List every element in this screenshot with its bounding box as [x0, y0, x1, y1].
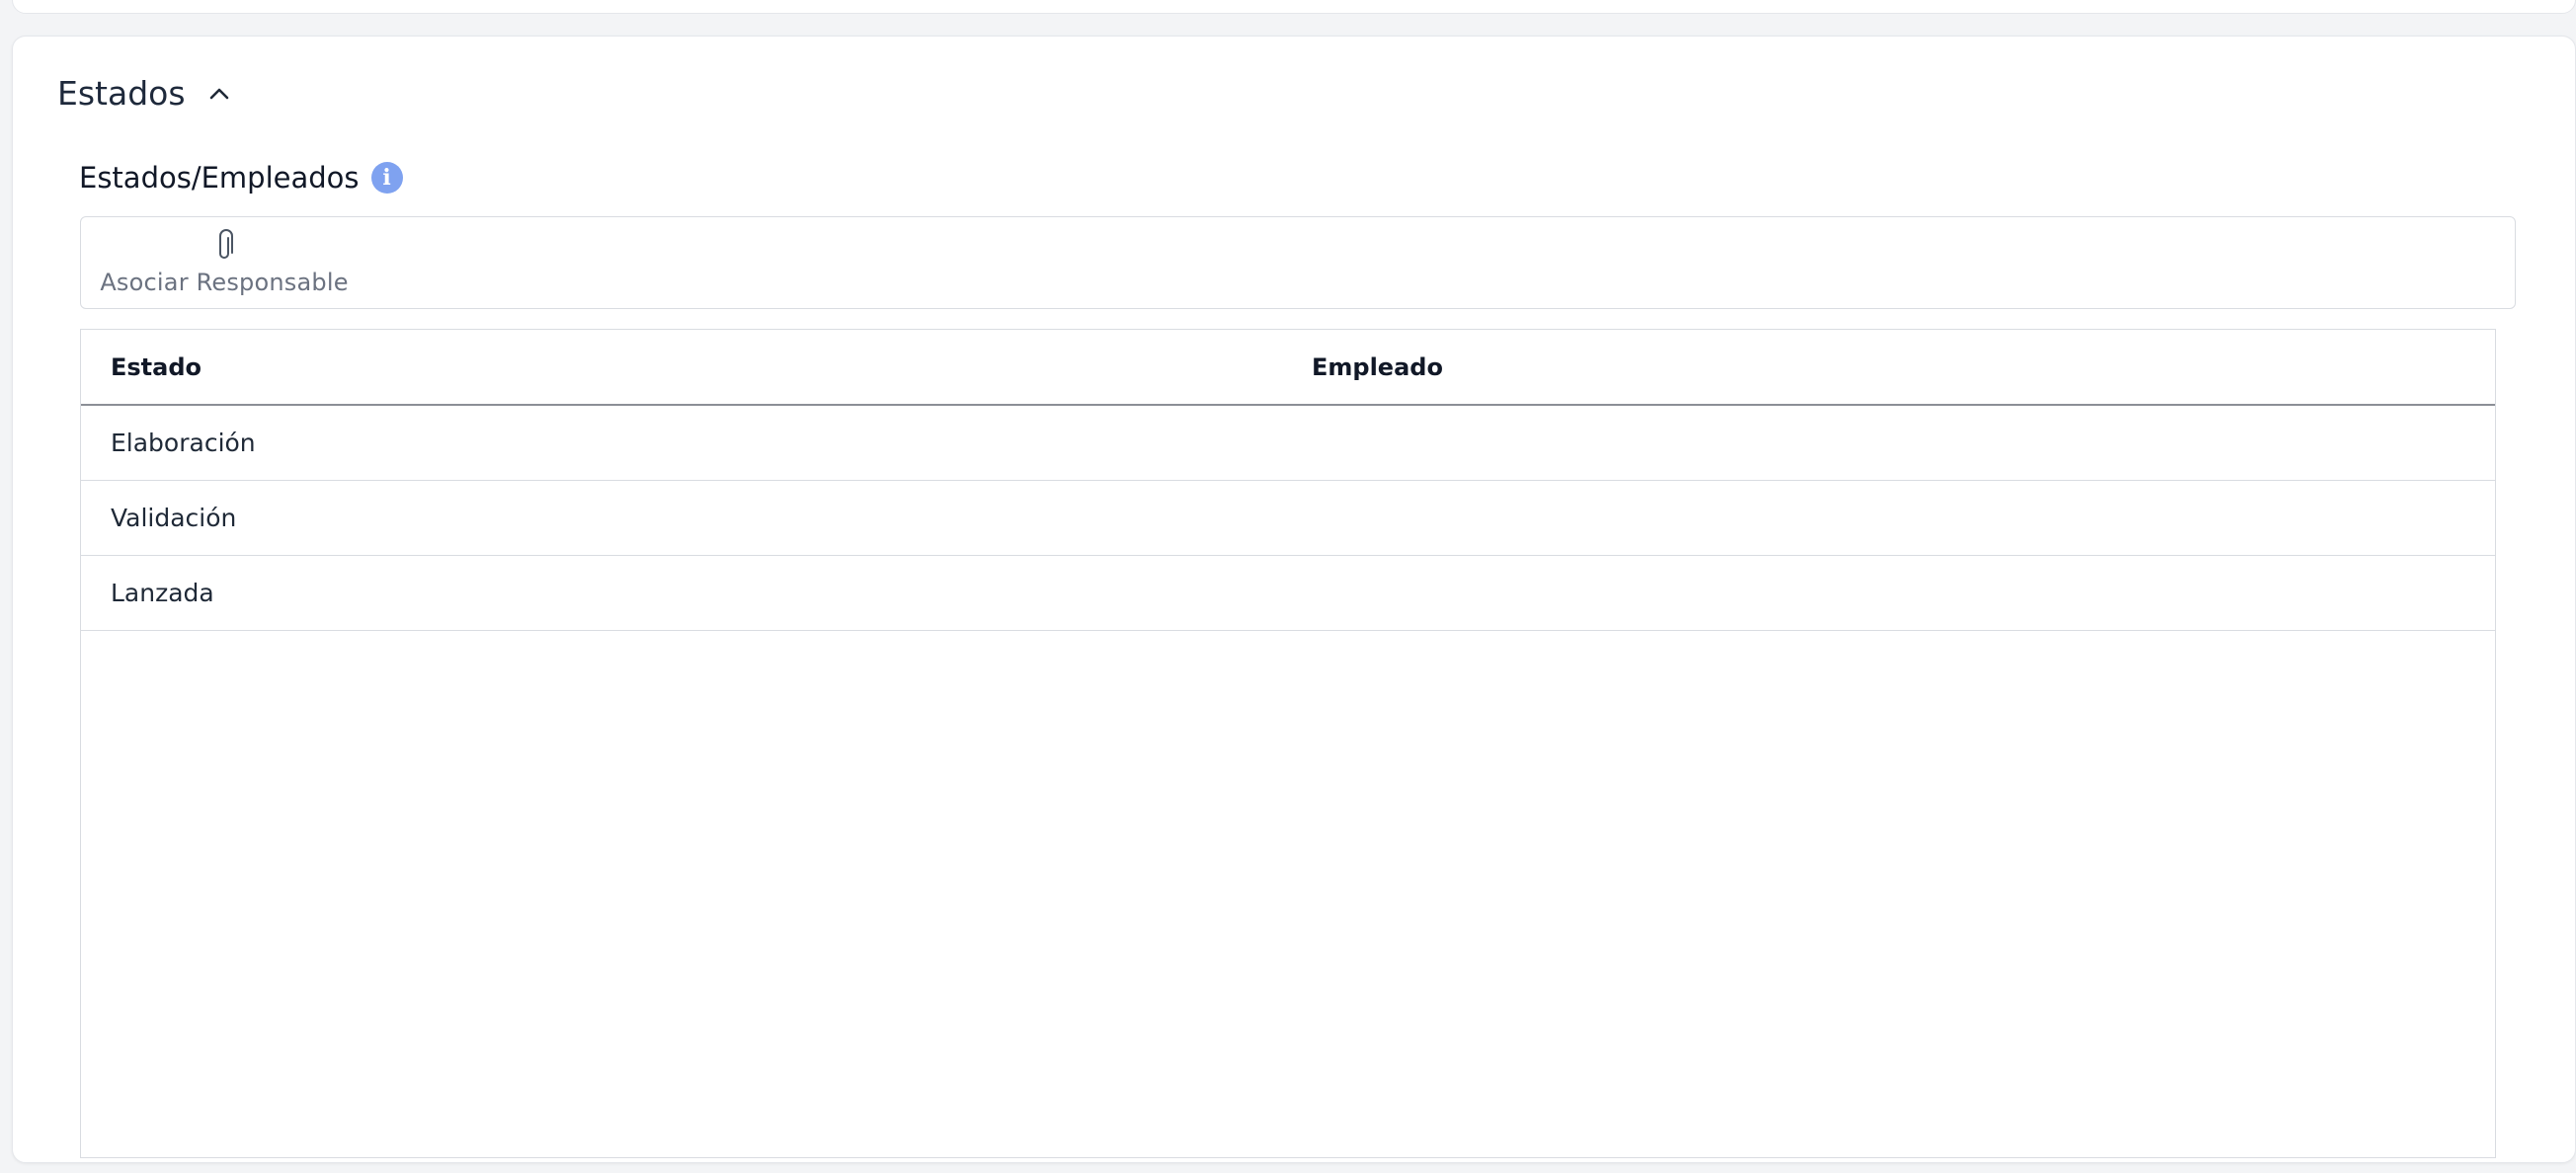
section-title: Estados: [57, 74, 186, 113]
estados-empleados-header: Estados/Empleados i: [79, 161, 403, 195]
estados-card: Estados Estados/Empleados i Asociar Resp…: [12, 36, 2576, 1163]
estado-cell: Elaboración: [81, 405, 1290, 481]
chevron-up-icon[interactable]: [205, 80, 233, 108]
empleado-cell[interactable]: [1290, 555, 2495, 631]
estados-table: Estado Empleado Elaboración Validación L…: [80, 329, 2496, 1158]
previous-card-bottom: [12, 0, 2576, 14]
info-icon[interactable]: i: [370, 162, 403, 194]
estado-cell: Lanzada: [81, 555, 1290, 631]
empleado-cell[interactable]: [1290, 480, 2495, 556]
paperclip-icon: [219, 229, 233, 259]
attach-toolbar: Asociar Responsable: [80, 216, 2516, 309]
column-header-estado[interactable]: Estado: [81, 330, 1290, 406]
subsection-title: Estados/Empleados: [79, 161, 360, 195]
empleado-cell[interactable]: [1290, 405, 2495, 481]
asociar-responsable-button[interactable]: Asociar Responsable: [91, 225, 358, 304]
estado-cell: Validación: [81, 480, 1290, 556]
estados-section-toggle[interactable]: Estados: [57, 74, 233, 113]
table-row[interactable]: Validación: [81, 480, 2495, 556]
asociar-responsable-label: Asociar Responsable: [100, 269, 349, 296]
table-row[interactable]: Lanzada: [81, 555, 2495, 631]
table-header-row: Estado Empleado: [81, 330, 2495, 406]
table-row[interactable]: Elaboración: [81, 405, 2495, 481]
column-header-empleado[interactable]: Empleado: [1290, 330, 2495, 406]
